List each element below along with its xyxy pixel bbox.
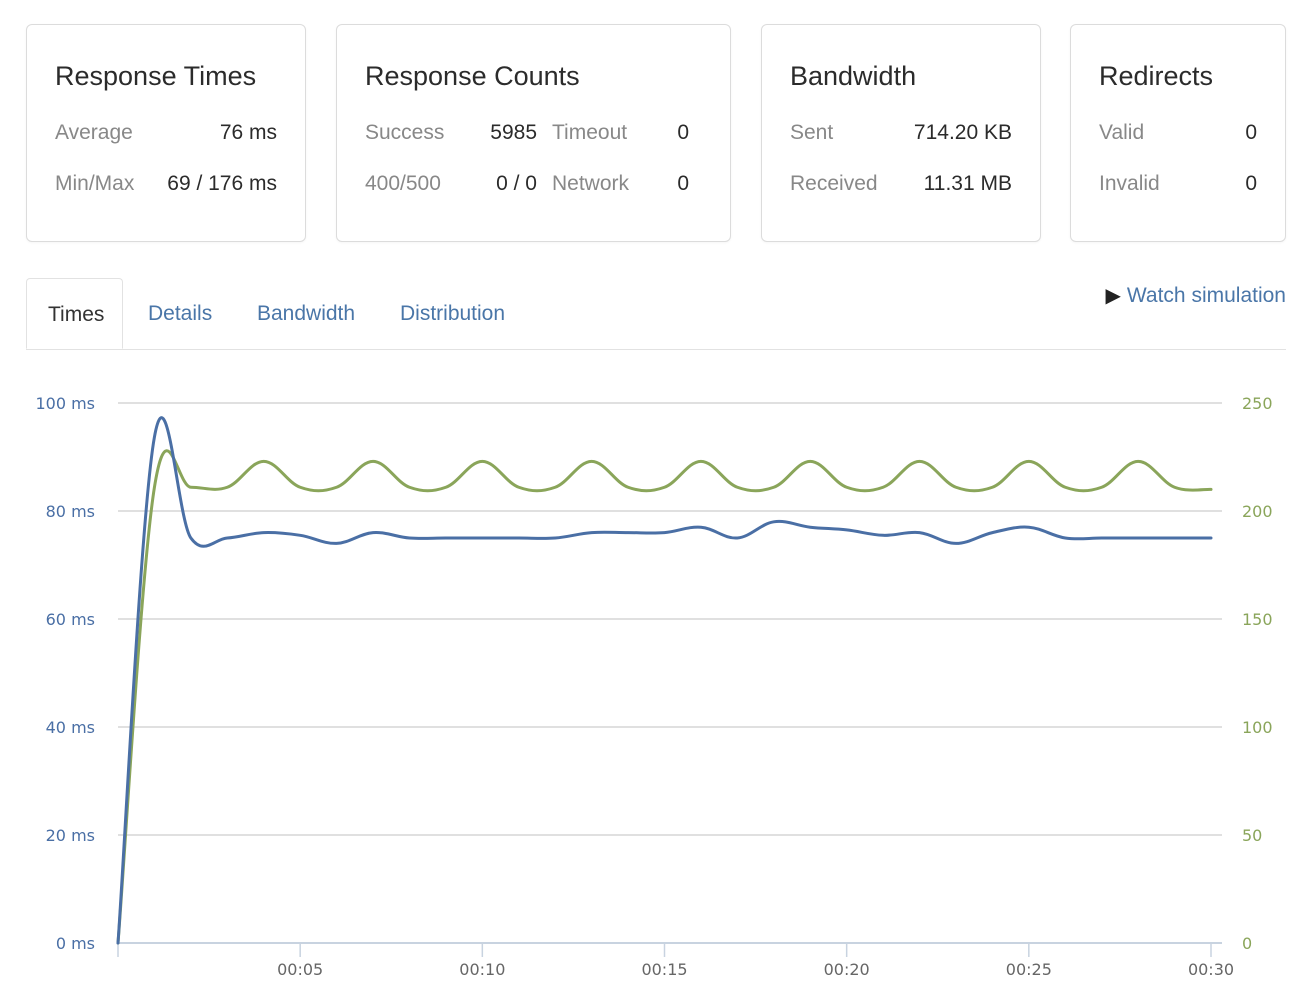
x-tick-label: 00:20 (824, 960, 870, 979)
right-tick-label: 0 (1242, 934, 1252, 953)
x-tick-label: 00:15 (641, 960, 687, 979)
left-tick-label: 0 ms (56, 934, 95, 953)
requests-line (116, 449, 1213, 945)
left-axis-ticks: 0 ms 20 ms 40 ms 60 ms 80 ms 100 ms (35, 394, 95, 953)
right-tick-label: 200 (1242, 502, 1273, 521)
left-tick-label: 20 ms (46, 826, 95, 845)
right-tick-label: 250 (1242, 394, 1273, 413)
x-tick-label: 00:25 (1006, 960, 1052, 979)
x-tick-label: 00:10 (459, 960, 505, 979)
right-tick-label: 150 (1242, 610, 1273, 629)
right-tick-label: 50 (1242, 826, 1262, 845)
series-lines (116, 416, 1213, 945)
right-tick-label: 100 (1242, 718, 1273, 737)
left-tick-label: 40 ms (46, 718, 95, 737)
grid-lines (118, 402, 1222, 836)
x-tick-label: 00:30 (1188, 960, 1234, 979)
x-tick-label: 00:05 (277, 960, 323, 979)
right-axis-ticks: 0 50 100 150 200 250 (1242, 394, 1273, 953)
left-tick-label: 60 ms (46, 610, 95, 629)
left-tick-label: 80 ms (46, 502, 95, 521)
left-tick-label: 100 ms (35, 394, 95, 413)
x-axis: 00:05 00:10 00:15 00:20 00:25 00:30 (117, 942, 1234, 979)
response-times-chart: 0 ms 20 ms 40 ms 60 ms 80 ms 100 ms 0 50 100 150… (35, 394, 1273, 979)
response-time-line (116, 416, 1213, 945)
